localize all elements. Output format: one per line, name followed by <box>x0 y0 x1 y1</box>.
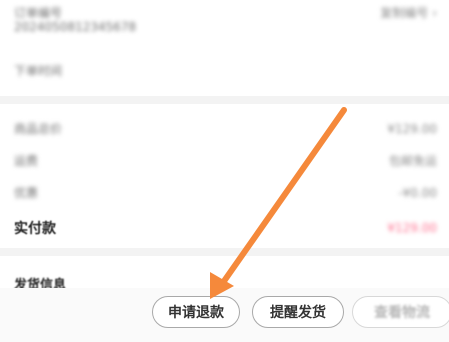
annotation-arrow-icon <box>210 107 347 299</box>
